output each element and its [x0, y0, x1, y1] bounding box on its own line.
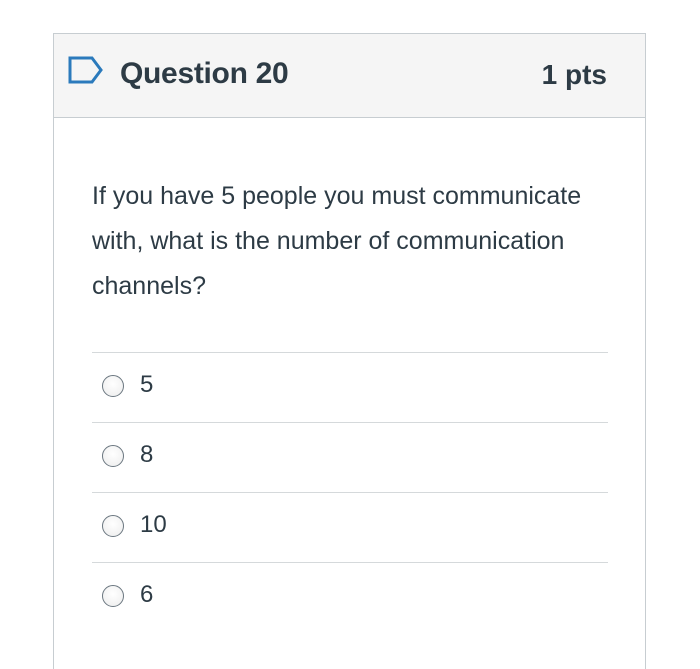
answer-label: 6 — [140, 581, 154, 608]
question-text: If you have 5 people you must communicat… — [92, 182, 582, 300]
quiz-page: Question 20 1 pts If you have 5 people y… — [0, 0, 700, 669]
question-title: Question 20 — [120, 57, 289, 90]
answer-label: 8 — [140, 441, 154, 468]
answer-option[interactable]: 6 — [92, 562, 608, 632]
answer-option[interactable]: 8 — [92, 422, 608, 492]
question-card: Question 20 1 pts If you have 5 people y… — [53, 33, 646, 669]
radio-button-icon[interactable] — [102, 375, 124, 397]
answer-option[interactable]: 5 — [92, 352, 608, 422]
question-header: Question 20 1 pts — [54, 34, 645, 118]
radio-button-icon[interactable] — [102, 515, 124, 537]
answer-label: 5 — [140, 371, 154, 398]
question-points: 1 pts — [541, 59, 607, 90]
answer-list: 5 8 10 6 — [92, 352, 608, 632]
flag-question-icon[interactable] — [68, 56, 104, 84]
radio-button-icon[interactable] — [102, 585, 124, 607]
answer-option[interactable]: 10 — [92, 492, 608, 562]
radio-button-icon[interactable] — [102, 445, 124, 467]
answer-label: 10 — [140, 511, 167, 538]
